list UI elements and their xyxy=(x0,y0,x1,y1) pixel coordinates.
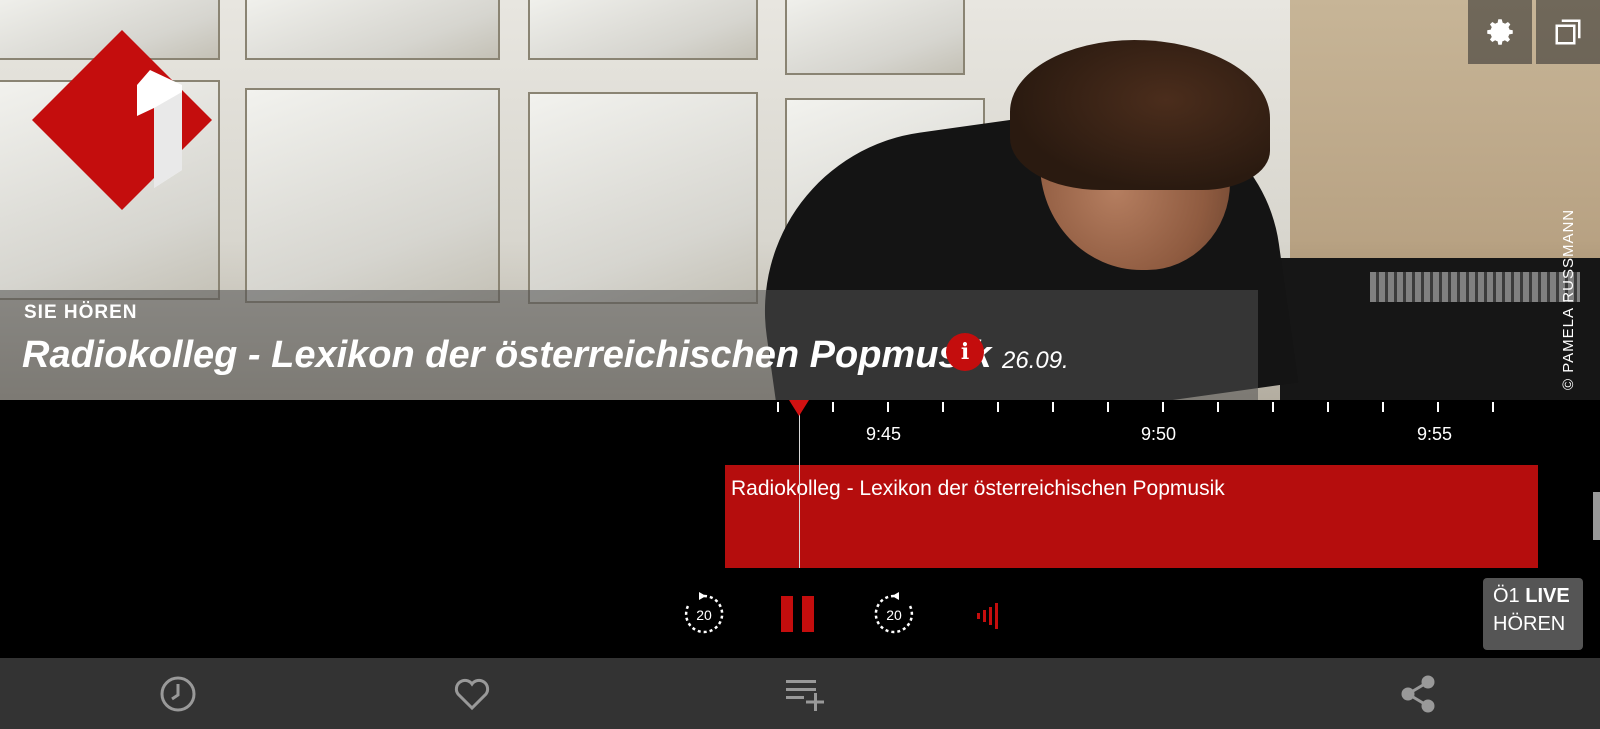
rewind-20-button[interactable]: 20 xyxy=(678,588,730,640)
live-action: HÖREN xyxy=(1493,613,1566,635)
volume-bars-icon xyxy=(977,603,998,629)
add-to-playlist-button[interactable] xyxy=(784,672,828,716)
timeline-tick xyxy=(832,402,834,412)
history-button[interactable] xyxy=(156,672,200,716)
rewind-20-icon: 20 xyxy=(684,592,724,634)
share-button[interactable] xyxy=(1396,672,1440,716)
pianist-hair xyxy=(1010,40,1270,190)
live-word: LIVE xyxy=(1525,585,1570,607)
scrollbar[interactable] xyxy=(1593,492,1600,540)
playhead-marker[interactable] xyxy=(789,400,809,416)
volume-button[interactable] xyxy=(964,588,1016,640)
timeline-tick xyxy=(1162,402,1164,412)
add-to-playlist-icon xyxy=(786,680,824,711)
program-date: 26.09. xyxy=(1002,347,1069,374)
info-icon[interactable]: i xyxy=(946,333,984,371)
timeline-tick xyxy=(1382,402,1384,412)
program-title[interactable]: Radiokolleg - Lexikon der österreichisch… xyxy=(22,334,991,377)
favorite-button[interactable] xyxy=(450,672,494,716)
timeline-tick xyxy=(997,402,999,412)
time-label-955: 9:55 xyxy=(1417,424,1453,444)
bottom-toolbar xyxy=(0,658,1600,729)
settings-button[interactable] xyxy=(1468,0,1532,64)
photo-credit: © PAMELA RUSSMANN xyxy=(1560,208,1577,390)
time-label-950: 9:50 xyxy=(1141,424,1177,444)
piano-keys xyxy=(1370,272,1580,302)
forward-20-button[interactable]: 20 xyxy=(868,588,920,640)
timeline-tick xyxy=(777,402,779,412)
program-block-title: Radiokolleg - Lexikon der österreichisch… xyxy=(731,477,1225,500)
live-listen-button[interactable]: Ö1 LIVE HÖREN xyxy=(1483,578,1583,650)
gear-icon xyxy=(1487,19,1513,45)
heart-icon xyxy=(454,678,490,711)
share-icon xyxy=(1401,675,1435,713)
timeline-tick xyxy=(1492,402,1494,412)
live-line: Ö1 LIVE xyxy=(1493,582,1573,610)
timeline[interactable]: 9:45 9:50 9:55 Radiokolleg - Lexikon der… xyxy=(0,400,1600,658)
timeline-tick xyxy=(942,402,944,412)
time-label-945: 9:45 xyxy=(866,424,902,444)
now-playing-label: SIE HÖREN xyxy=(24,302,138,323)
live-station: Ö1 xyxy=(1493,585,1520,607)
playhead-line xyxy=(799,400,800,568)
svg-text:20: 20 xyxy=(696,607,712,623)
history-icon xyxy=(160,676,196,712)
pause-button[interactable] xyxy=(772,588,824,640)
timeline-tick xyxy=(1327,402,1329,412)
timeline-tick xyxy=(1437,402,1439,412)
timeline-tick xyxy=(1272,402,1274,412)
pause-icon xyxy=(781,596,814,632)
forward-20-icon: 20 xyxy=(874,592,914,634)
timeline-tick xyxy=(1052,402,1054,412)
popout-button[interactable] xyxy=(1536,0,1600,64)
timeline-tick xyxy=(1217,402,1219,412)
oe1-logo-icon[interactable] xyxy=(32,30,212,210)
svg-text:20: 20 xyxy=(886,607,902,623)
timeline-tick xyxy=(1107,402,1109,412)
program-block[interactable]: Radiokolleg - Lexikon der österreichisch… xyxy=(725,465,1538,568)
popout-window-icon xyxy=(1555,19,1581,45)
timeline-tick xyxy=(887,402,889,412)
hero-controls xyxy=(1468,0,1600,64)
